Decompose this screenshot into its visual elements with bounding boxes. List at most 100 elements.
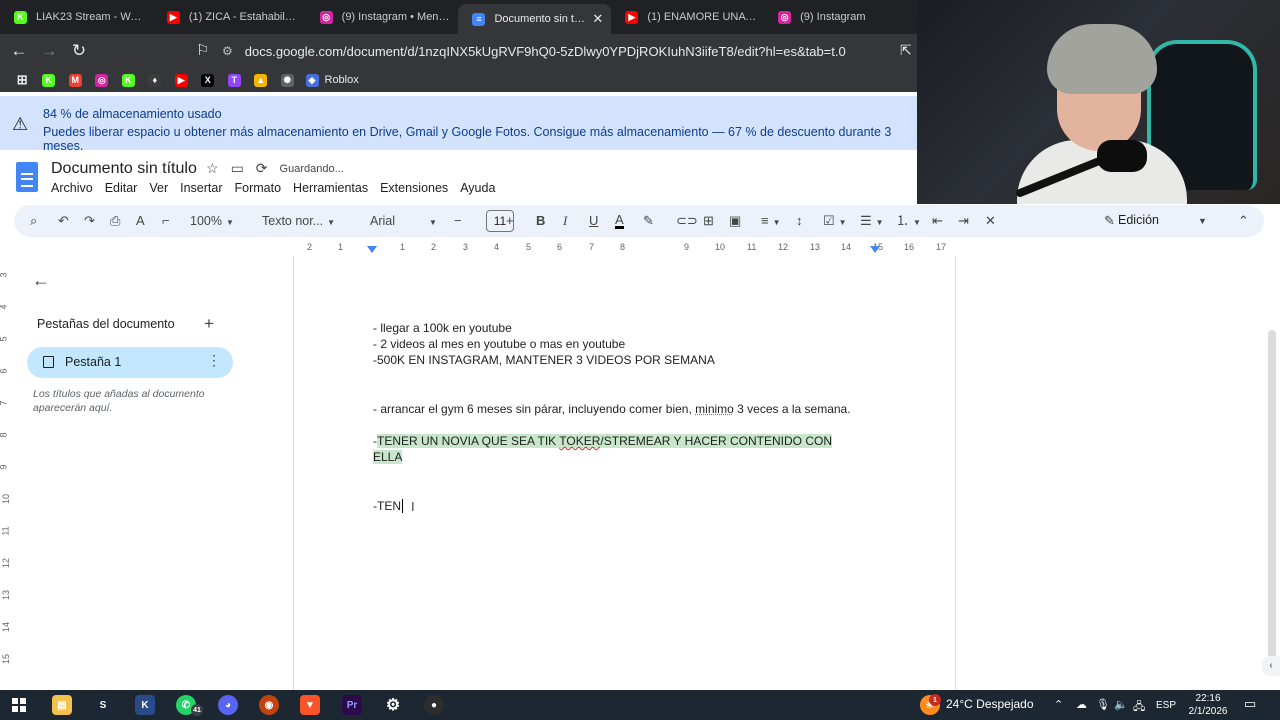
url-field[interactable]: ⚙ docs.google.com/document/d/1nzqINX5kUg…	[222, 34, 846, 68]
zoom-select[interactable]: 100% ▼	[190, 213, 234, 231]
banner-message[interactable]: Puedes liberar espacio u obtener más alm…	[43, 125, 917, 153]
discord-icon[interactable]: ◕	[218, 695, 238, 715]
browser-tab[interactable]: K LIAK23 Stream - Watc	[0, 0, 153, 34]
bookmark-item[interactable]: ♦	[142, 73, 169, 87]
browser-tab[interactable]: ◎ (9) Instagram • Mensajes	[306, 0, 459, 34]
bookmark-icon[interactable]: ⚐	[196, 41, 209, 59]
undo-icon[interactable]: ↶	[58, 213, 69, 229]
show-hidden-icons-icon[interactable]: ⌃	[1054, 698, 1063, 711]
add-tab-icon[interactable]: +	[204, 314, 214, 334]
bold-icon[interactable]: B	[536, 213, 545, 229]
browser-tab[interactable]: ▶ (1) ZICA - Estahabilidad [R	[153, 0, 306, 34]
reload-icon[interactable]: ↻	[66, 38, 92, 64]
bullet-list-icon[interactable]: ☰ ▼	[860, 213, 884, 231]
menu-ver[interactable]: Ver	[149, 181, 168, 195]
font-select[interactable]: Arial ▼	[370, 213, 437, 231]
obs-icon[interactable]: ●	[424, 695, 444, 715]
notifications-icon[interactable]: ▭	[1244, 696, 1256, 712]
menu-extensiones[interactable]: Extensiones	[380, 181, 448, 195]
redo-icon[interactable]: ↷	[84, 213, 95, 229]
menu-formato[interactable]: Formato	[235, 181, 282, 195]
doc-line-7[interactable]: -TEN​	[373, 499, 403, 513]
doc-line-1[interactable]: - llegar a 100k en youtube	[373, 321, 512, 335]
paint-format-icon[interactable]: ⌐	[162, 213, 170, 229]
microphone-icon[interactable]: 🎙	[1096, 698, 1110, 711]
clear-formatting-icon[interactable]: ✕	[985, 213, 996, 229]
bookmark-item[interactable]: ✺	[274, 73, 301, 87]
bookmark-roblox[interactable]: ◆ Roblox	[301, 73, 359, 87]
bookmark-item[interactable]: M	[62, 73, 89, 87]
numbered-list-icon[interactable]: ⒈ ▼	[896, 213, 921, 231]
bookmark-item[interactable]: K	[115, 73, 142, 87]
doc-line-3[interactable]: -500K EN INSTAGRAM, MANTENER 3 VIDEOS PO…	[373, 353, 715, 367]
editing-mode-select[interactable]: Edición	[1118, 213, 1159, 227]
left-indent-marker-icon[interactable]	[367, 246, 377, 253]
bookmark-item[interactable]: ◎	[89, 73, 116, 87]
windows-start-icon[interactable]	[12, 698, 26, 712]
brave-browser-icon[interactable]: ▼	[300, 695, 320, 715]
browser-tab[interactable]: ▶ (1) ENAMORE UNA TIK TO	[611, 0, 764, 34]
style-select[interactable]: Texto nor... ▼	[262, 213, 335, 231]
print-icon[interactable]: ⎙	[110, 213, 120, 229]
link-icon[interactable]: ⊂⊃	[676, 213, 698, 229]
menu-ayuda[interactable]: Ayuda	[460, 181, 495, 195]
line-spacing-icon[interactable]: ↕	[796, 213, 803, 229]
settings-icon[interactable]: ⚙	[383, 695, 403, 715]
text-color-icon[interactable]: A	[615, 213, 624, 229]
more-options-icon[interactable]: ⋮	[207, 352, 221, 369]
underline-icon[interactable]: U	[589, 213, 598, 229]
increase-indent-icon[interactable]: ⇥	[958, 213, 969, 229]
steam-icon[interactable]: S	[93, 695, 113, 715]
increase-font-size-icon[interactable]: +	[506, 213, 514, 229]
back-arrow-icon[interactable]: ←	[32, 270, 50, 291]
weather-text[interactable]: 24°C Despejado	[946, 697, 1034, 711]
menu-insertar[interactable]: Insertar	[180, 181, 222, 195]
close-tab-icon[interactable]: ✕	[592, 11, 603, 27]
volume-icon[interactable]: 🔈	[1114, 698, 1128, 711]
browser-tab[interactable]: ◎ (9) Instagram	[764, 0, 917, 34]
bookmark-item[interactable]: X	[195, 73, 222, 87]
site-info-icon[interactable]: ⚙	[222, 44, 233, 58]
bookmark-item[interactable]: T	[221, 73, 248, 87]
document-title[interactable]: Documento sin título	[51, 160, 197, 178]
grammar-suggestion[interactable]: minimo	[695, 402, 734, 416]
file-explorer-icon[interactable]: ▤	[52, 695, 72, 715]
forward-icon[interactable]: →	[36, 38, 62, 64]
highlight-icon[interactable]: ✎	[643, 213, 654, 229]
scrollbar-thumb[interactable]	[1268, 330, 1276, 670]
right-indent-marker-icon[interactable]	[870, 246, 880, 253]
share-icon[interactable]: ⇱	[900, 42, 912, 59]
comment-icon[interactable]: ⊞	[703, 213, 714, 229]
align-icon[interactable]: ≡ ▼	[761, 213, 781, 231]
horizontal-ruler[interactable]: 2 1 1 2 3 4 5 6 7 8 9 10 11 12 13 14 15 16 17	[293, 242, 956, 256]
side-panel-toggle-icon[interactable]: ‹	[1262, 656, 1280, 676]
document-tab-1[interactable]: Pestaña 1 ⋮	[27, 347, 233, 378]
doc-line-6[interactable]: ELLA	[373, 450, 403, 464]
doc-line-4[interactable]: - arrancar el gym 6 meses sin párar, inc…	[373, 402, 851, 416]
search-menus-icon[interactable]: ⌕	[30, 213, 37, 229]
premiere-pro-icon[interactable]: Pr	[342, 695, 362, 715]
kick-studio-icon[interactable]: K	[135, 695, 155, 715]
back-icon[interactable]: ←	[6, 38, 32, 64]
decrease-indent-icon[interactable]: ⇤	[932, 213, 943, 229]
browser-tab[interactable]: ≡ Documento sin título ✕	[458, 4, 612, 34]
network-icon[interactable]: 🖧	[1133, 698, 1145, 717]
doc-line-2[interactable]: - 2 videos al mes en youtube o mas en yo…	[373, 337, 625, 351]
image-icon[interactable]: ▣	[729, 213, 741, 229]
caret-down-icon[interactable]: ▼	[1198, 213, 1207, 229]
decrease-font-size-icon[interactable]: −	[454, 213, 462, 229]
bookmark-item[interactable]: ▶	[168, 73, 195, 87]
google-docs-logo-icon[interactable]	[16, 162, 38, 192]
spellcheck-icon[interactable]: A	[136, 213, 145, 229]
star-icon[interactable]: ☆	[206, 160, 219, 177]
bookmark-item[interactable]: ⊞	[9, 72, 36, 87]
game-launcher-icon[interactable]: ◉	[259, 695, 279, 715]
bookmark-item[interactable]: K	[36, 73, 63, 87]
checklist-icon[interactable]: ☑ ▼	[823, 213, 847, 231]
onedrive-icon[interactable]: ☁	[1076, 698, 1087, 711]
collapse-menus-icon[interactable]: ⌃	[1238, 213, 1249, 229]
menu-archivo[interactable]: Archivo	[51, 181, 93, 195]
bookmark-item[interactable]: ▲	[248, 73, 275, 87]
taskbar-clock[interactable]: 22:16 2/1/2026	[1186, 692, 1230, 718]
italic-icon[interactable]: I	[563, 213, 567, 229]
